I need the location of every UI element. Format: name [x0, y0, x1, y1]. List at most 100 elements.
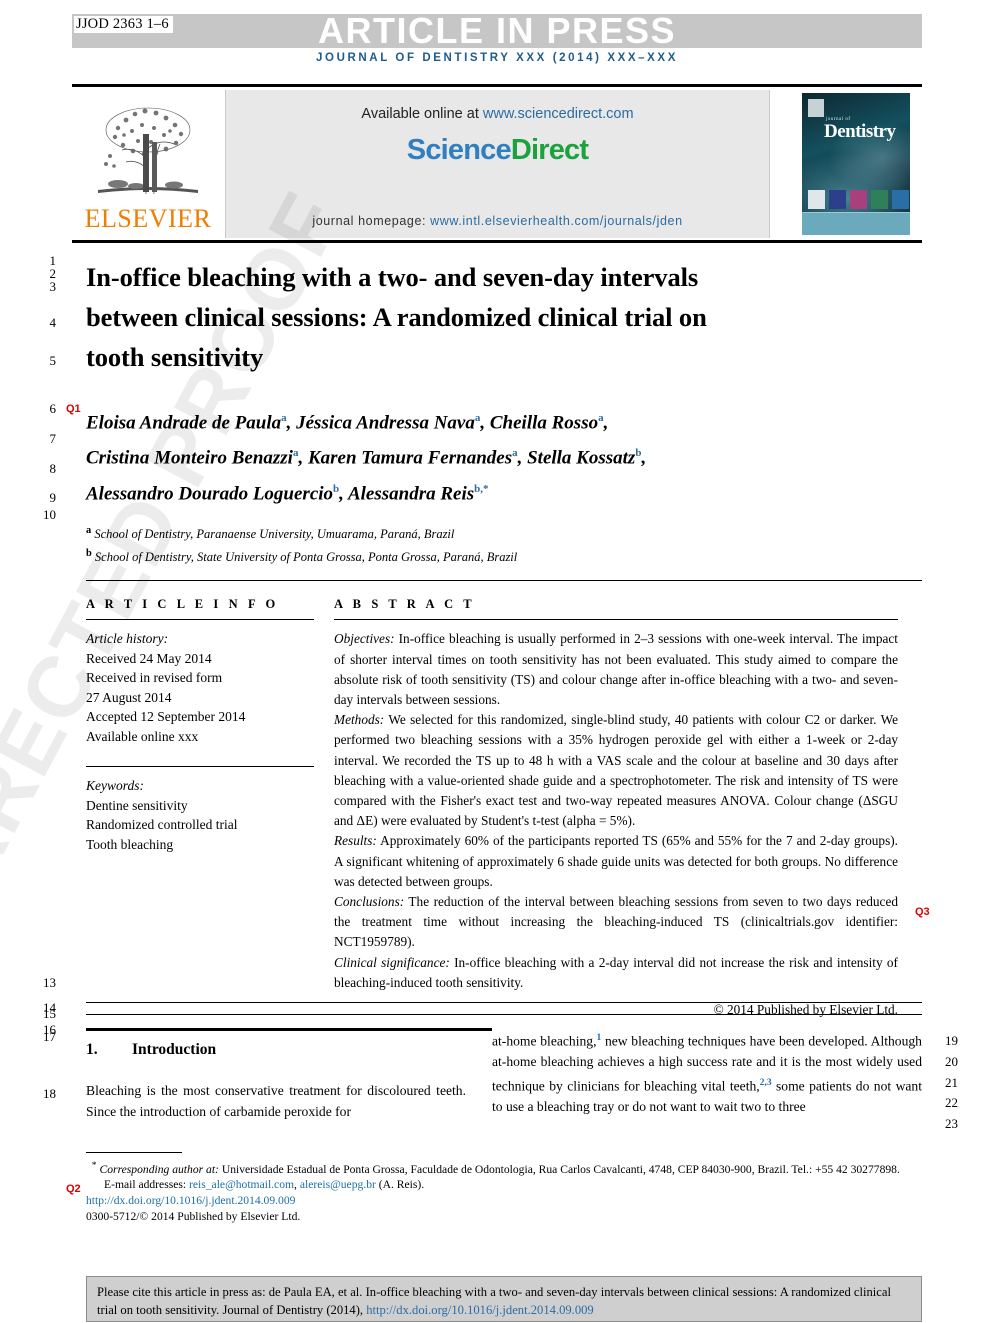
citation-ref[interactable]: 2,3: [760, 1078, 772, 1088]
author-name: Alessandra Reis: [347, 482, 475, 504]
line-number: 10: [43, 507, 56, 522]
author-affil-marker: b: [333, 482, 340, 495]
abstract-conclusions: Conclusions: The reduction of the interv…: [334, 892, 898, 953]
introduction-left-column: 1. Introduction Bleaching is the most con…: [86, 1028, 492, 1122]
introduction-number: 1.: [86, 1041, 98, 1058]
email-addresses-label: E-mail addresses:: [104, 1178, 187, 1192]
affiliation-marker-a: a: [86, 524, 92, 536]
line-number: 4: [49, 315, 57, 330]
footnote-rule: [86, 1152, 182, 1153]
article-in-press-header: ARTICLE IN PRESS JJOD 2363 1–6: [72, 10, 922, 51]
affiliation-text: School of Dentistry, Paranaense Universi…: [94, 527, 455, 542]
history-item: Available online xxx: [86, 728, 199, 744]
introduction-heading: 1. Introduction: [86, 1041, 466, 1059]
keywords-label: Keywords:: [86, 778, 144, 794]
line-number: 7: [49, 431, 57, 446]
query-marker-q2[interactable]: Q2: [66, 1183, 81, 1195]
page-title: In-office bleaching with a two- and seve…: [86, 262, 707, 372]
author-affil-marker: a: [512, 447, 518, 460]
line-number: 19: [945, 1033, 958, 1048]
article-in-press-banner: ARTICLE IN PRESS: [317, 10, 677, 51]
corresponding-author-address: Universidade Estadual de Ponta Grossa, F…: [218, 1162, 900, 1176]
email-attribution: (A. Reis).: [375, 1178, 425, 1192]
introduction-right-column: at-home bleaching,1 new bleaching techni…: [492, 1028, 922, 1122]
author-name: Eloisa Andrade de Paula: [86, 412, 282, 434]
author-name: Alessandro Dourado Loguercio: [86, 482, 334, 504]
corresponding-author-star: *: [91, 1160, 97, 1171]
author-name: Stella Kossatz: [527, 447, 636, 469]
introduction-heading-label: Introduction: [132, 1041, 217, 1058]
abstract-objectives: Objectives: In-office bleaching is usual…: [334, 629, 898, 710]
line-number: 3: [49, 279, 57, 294]
section-divider-lower: [86, 1014, 922, 1015]
email-addresses-note: E-mail addresses: reis_ale@hotmail.com, …: [104, 1178, 425, 1192]
abstract-methods-text: We selected for this randomized, single-…: [334, 712, 898, 829]
author-affil-marker: a: [281, 412, 287, 424]
corresponding-author-label: Corresponding author at:: [99, 1162, 219, 1176]
line-number: 21: [945, 1075, 958, 1090]
keyword-item: Tooth bleaching: [86, 836, 174, 852]
keyword-item: Dentine sensitivity: [86, 797, 188, 813]
cite-doi-link[interactable]: http://dx.doi.org/10.1016/j.jdent.2014.0…: [366, 1303, 594, 1317]
line-number: 9: [49, 490, 57, 505]
article-history-block: Article history: Received 24 May 2014 Re…: [86, 629, 310, 746]
line-number: 23: [945, 1116, 958, 1131]
author-name: Cristina Monteiro Benazzi: [86, 447, 293, 469]
footnote-block: * Corresponding author at: Universidade …: [86, 1158, 922, 1224]
history-item: Accepted 12 September 2014: [86, 709, 246, 725]
line-number: 15: [43, 1006, 56, 1021]
author-name: Cheilla Rosso: [489, 412, 599, 434]
corresponding-author-note: * Corresponding author at: Universidade …: [86, 1158, 922, 1177]
history-item: Received in revised form: [86, 670, 223, 686]
abstract-conclusions-label: Conclusions:: [334, 893, 405, 909]
section-divider-upper: [86, 1002, 922, 1003]
abstract-heading: A B S T R A C T: [334, 597, 476, 612]
article-info-heading: A R T I C L E I N F O: [86, 597, 279, 612]
cite-this-article-box: Please cite this article in press as: de…: [86, 1276, 922, 1322]
introduction-heading-rule: [86, 1028, 492, 1031]
affiliation-marker-b: b: [86, 548, 92, 560]
article-info-rule: [86, 619, 314, 621]
title-top-rule: [72, 240, 922, 243]
doi-line: http://dx.doi.org/10.1016/j.jdent.2014.0…: [86, 1193, 922, 1209]
introduction-section: 1. Introduction Bleaching is the most con…: [86, 1028, 922, 1122]
line-number: 22: [945, 1095, 958, 1110]
affiliation-text: School of Dentistry, State University of…: [94, 550, 518, 565]
history-item: Received 24 May 2014: [86, 650, 212, 666]
keyword-item: Randomized controlled trial: [86, 817, 238, 833]
abstract-methods-label: Methods:: [334, 712, 385, 728]
info-abstract-columns: A R T I C L E I N F O Article history: R…: [86, 597, 922, 1020]
doi-link[interactable]: http://dx.doi.org/10.1016/j.jdent.2014.0…: [86, 1194, 295, 1207]
intro-text-part-1: at-home bleaching,: [492, 1033, 597, 1049]
line-number: 5: [49, 353, 57, 368]
line-number: 8: [49, 461, 57, 476]
author-affil-marker: b,*: [474, 482, 489, 495]
author-affil-marker: a: [292, 447, 299, 460]
author-name: Jéssica Andressa Nava: [296, 412, 475, 434]
affiliation-a: a School of Dentistry, Paranaense Univer…: [86, 522, 922, 543]
abstract-objectives-text: In-office bleaching is usually performed…: [334, 631, 898, 707]
abstract-conclusions-text: The reduction of the interval between bl…: [334, 893, 898, 950]
author-affil-marker: b: [635, 447, 642, 460]
article-code: JJOD 2363 1–6: [74, 16, 173, 33]
abstract-methods: Methods: We selected for this randomized…: [334, 710, 898, 831]
line-number: 20: [945, 1054, 958, 1069]
abstract-objectives-label: Objectives:: [334, 631, 395, 647]
abstract-column: A B S T R A C T Objectives: In-office bl…: [334, 597, 898, 1020]
issn-copyright-line: 0300-5712/© 2014 Published by Elsevier L…: [86, 1209, 301, 1223]
line-number: 18: [43, 1086, 56, 1101]
affiliation-b: b School of Dentistry, State University …: [86, 545, 922, 566]
abstract-body: Objectives: In-office bleaching is usual…: [334, 629, 898, 1020]
abstract-significance-label: Clinical significance:: [334, 954, 450, 970]
article-info-column: A R T I C L E I N F O Article history: R…: [86, 597, 334, 1020]
abstract-results-text: Approximately 60% of the participants re…: [334, 833, 898, 889]
abstract-rule: [334, 619, 898, 621]
email-link-secondary[interactable]: alereis@uepg.br: [300, 1178, 376, 1191]
author-affil-marker: a: [474, 412, 481, 424]
line-number: 6: [49, 401, 57, 416]
article-body: In-office bleaching with a two- and seve…: [72, 240, 922, 1020]
author-list: Eloisa Andrade de Paulaa, Jéssica Andres…: [86, 412, 647, 504]
line-number: 13: [43, 975, 56, 990]
abstract-results-label: Results:: [334, 833, 377, 849]
email-link-primary[interactable]: reis_ale@hotmail.com: [189, 1178, 294, 1191]
